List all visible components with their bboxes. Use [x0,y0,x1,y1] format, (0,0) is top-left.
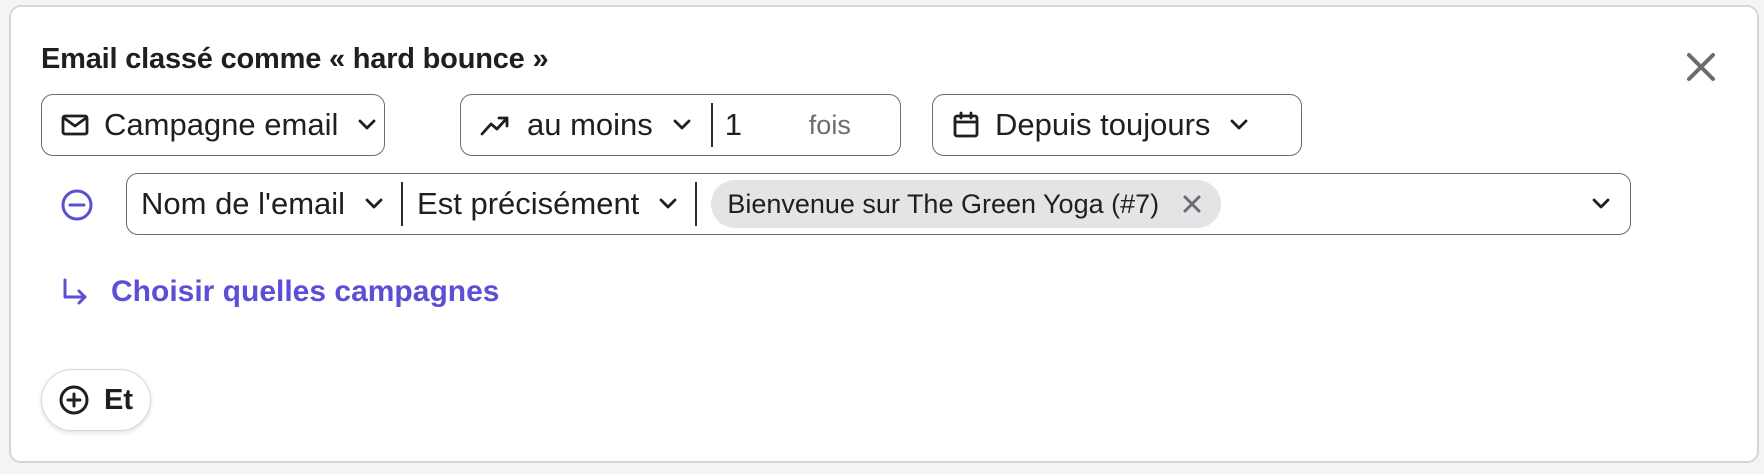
frequency-unit: fois [808,109,851,140]
value-tag: Bienvenue sur The Green Yoga (#7) [711,180,1222,228]
trend-up-icon [479,110,511,140]
source-label: Campagne email [104,107,339,142]
filter-operator-select[interactable]: Est précisément [403,186,695,222]
frequency-operator[interactable]: au moins [527,107,653,143]
choose-campaigns-label: Choisir quelles campagnes [111,275,500,308]
email-name-filter: Nom de l'email Est précisément Bienvenue… [126,173,1631,235]
plus-circle-icon [58,384,90,416]
filter-field-select[interactable]: Nom de l'email [127,186,401,222]
period-label: Depuis toujours [995,107,1211,142]
value-tag-label: Bienvenue sur The Green Yoga (#7) [727,188,1160,219]
choose-campaigns-link[interactable]: Choisir quelles campagnes [61,275,499,309]
chevron-down-icon [657,193,679,215]
divider [710,103,713,147]
condition-card: Email classé comme « hard bounce » Campa… [9,5,1759,463]
arrow-turn-down-right-icon [61,277,89,307]
calendar-icon [951,110,981,140]
chevron-down-icon[interactable] [671,114,693,136]
remove-filter-icon[interactable] [60,188,94,222]
source-select[interactable]: Campagne email [41,94,385,156]
filter-field-label: Nom de l'email [141,186,346,221]
close-icon[interactable] [1681,47,1721,87]
values-dropdown-chevron-icon[interactable] [1590,193,1612,215]
period-select[interactable]: Depuis toujours [932,94,1302,156]
chevron-down-icon [1228,114,1250,136]
and-button-label: Et [104,383,133,416]
chevron-down-icon [363,193,385,215]
chevron-down-icon [356,114,378,136]
frequency-count-input[interactable] [724,107,795,143]
envelope-icon [60,110,90,140]
remove-tag-icon[interactable] [1181,193,1203,215]
condition-title: Email classé comme « hard bounce » [41,43,549,75]
frequency-control: au moins fois [460,94,901,156]
filter-operator-label: Est précisément [417,186,640,221]
divider [695,182,698,226]
add-and-condition-button[interactable]: Et [41,369,151,431]
